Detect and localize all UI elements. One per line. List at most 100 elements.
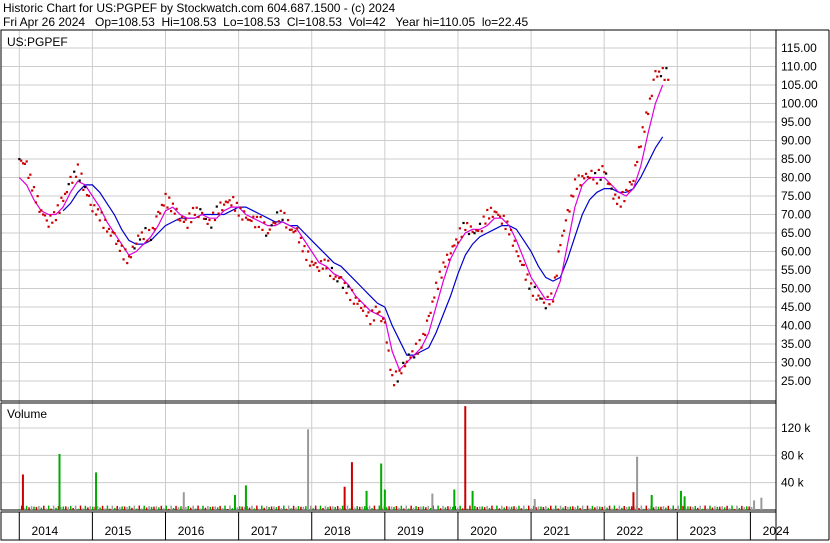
price-point	[221, 209, 224, 212]
price-point	[466, 222, 469, 225]
year-tick-label: 2024	[763, 524, 790, 538]
price-point	[599, 178, 602, 181]
price-point	[40, 209, 43, 212]
price-point	[162, 204, 165, 207]
price-point	[467, 232, 471, 236]
price-point	[206, 222, 209, 225]
price-point	[667, 78, 670, 81]
price-point	[215, 205, 218, 208]
price-point	[639, 145, 642, 148]
price-point	[482, 215, 485, 218]
chart-grid	[1, 30, 776, 510]
price-point	[400, 372, 403, 375]
price-point	[378, 310, 381, 313]
price-point	[254, 226, 257, 229]
price-point	[195, 206, 198, 209]
price-point	[541, 297, 544, 300]
price-point	[610, 187, 613, 190]
year-tick-label: 2021	[543, 524, 570, 538]
price-point	[385, 341, 388, 344]
price-point	[290, 228, 293, 231]
price-point	[643, 130, 646, 133]
price-point	[171, 202, 175, 205]
price-point	[51, 221, 54, 224]
price-point	[442, 261, 445, 264]
price-point	[60, 196, 63, 199]
price-point	[621, 190, 624, 194]
price-point	[413, 356, 416, 359]
price-point	[504, 227, 507, 231]
price-point	[217, 212, 220, 215]
price-point	[323, 258, 326, 261]
price-tick-label: 60.00	[781, 245, 811, 259]
price-point	[356, 302, 359, 305]
price-point	[175, 207, 178, 210]
price-point	[164, 192, 167, 196]
price-point	[595, 182, 599, 185]
price-point	[478, 222, 482, 225]
price-point	[559, 244, 562, 247]
price-point	[552, 300, 555, 303]
price-point	[305, 258, 308, 262]
price-point	[447, 258, 451, 261]
price-point	[168, 196, 171, 199]
price-panel-frame	[0, 29, 777, 402]
price-point	[484, 222, 487, 225]
price-point	[650, 94, 653, 97]
price-point	[133, 247, 136, 250]
price-point	[575, 187, 578, 190]
price-point	[592, 178, 595, 181]
price-point	[453, 244, 456, 247]
price-point	[73, 170, 76, 173]
price-point	[327, 259, 330, 262]
price-point	[261, 228, 264, 231]
price-point	[299, 236, 302, 239]
price-point	[546, 295, 549, 298]
price-point	[82, 188, 85, 192]
price-point	[54, 219, 58, 222]
price-point	[597, 168, 600, 172]
price-point	[276, 211, 279, 214]
price-point	[438, 270, 441, 273]
price-point	[259, 215, 262, 219]
price-point	[230, 204, 233, 207]
price-point	[531, 294, 535, 297]
price-point	[116, 239, 120, 243]
price-point	[460, 235, 463, 238]
price-point	[665, 67, 668, 70]
price-point	[562, 229, 566, 232]
price-point	[124, 248, 127, 251]
price-point	[389, 368, 392, 371]
price-point	[477, 229, 480, 232]
price-tick-label: 50.00	[781, 282, 811, 296]
price-point	[65, 191, 69, 194]
price-point	[201, 211, 204, 215]
price-point	[93, 204, 96, 207]
price-point	[530, 282, 533, 285]
price-point	[173, 212, 176, 215]
price-point	[495, 211, 498, 214]
price-point	[237, 214, 240, 217]
price-tick-label: 75.00	[781, 189, 811, 203]
price-point	[188, 212, 191, 215]
price-point	[652, 78, 655, 81]
price-point	[197, 215, 200, 219]
price-point	[118, 249, 122, 252]
price-point	[329, 274, 332, 277]
price-point	[445, 253, 449, 256]
price-point	[617, 196, 621, 199]
price-point	[235, 201, 238, 204]
price-tick-label: 110.00	[781, 60, 817, 74]
price-point	[204, 217, 207, 221]
price-point	[318, 269, 321, 272]
price-point	[612, 197, 615, 200]
price-point	[601, 165, 604, 168]
price-point	[98, 219, 101, 222]
price-point	[95, 213, 98, 216]
price-point	[425, 319, 429, 322]
price-point	[568, 210, 571, 213]
price-point	[524, 278, 527, 281]
price-point	[500, 222, 504, 225]
price-point	[243, 210, 246, 213]
price-point	[433, 296, 436, 299]
